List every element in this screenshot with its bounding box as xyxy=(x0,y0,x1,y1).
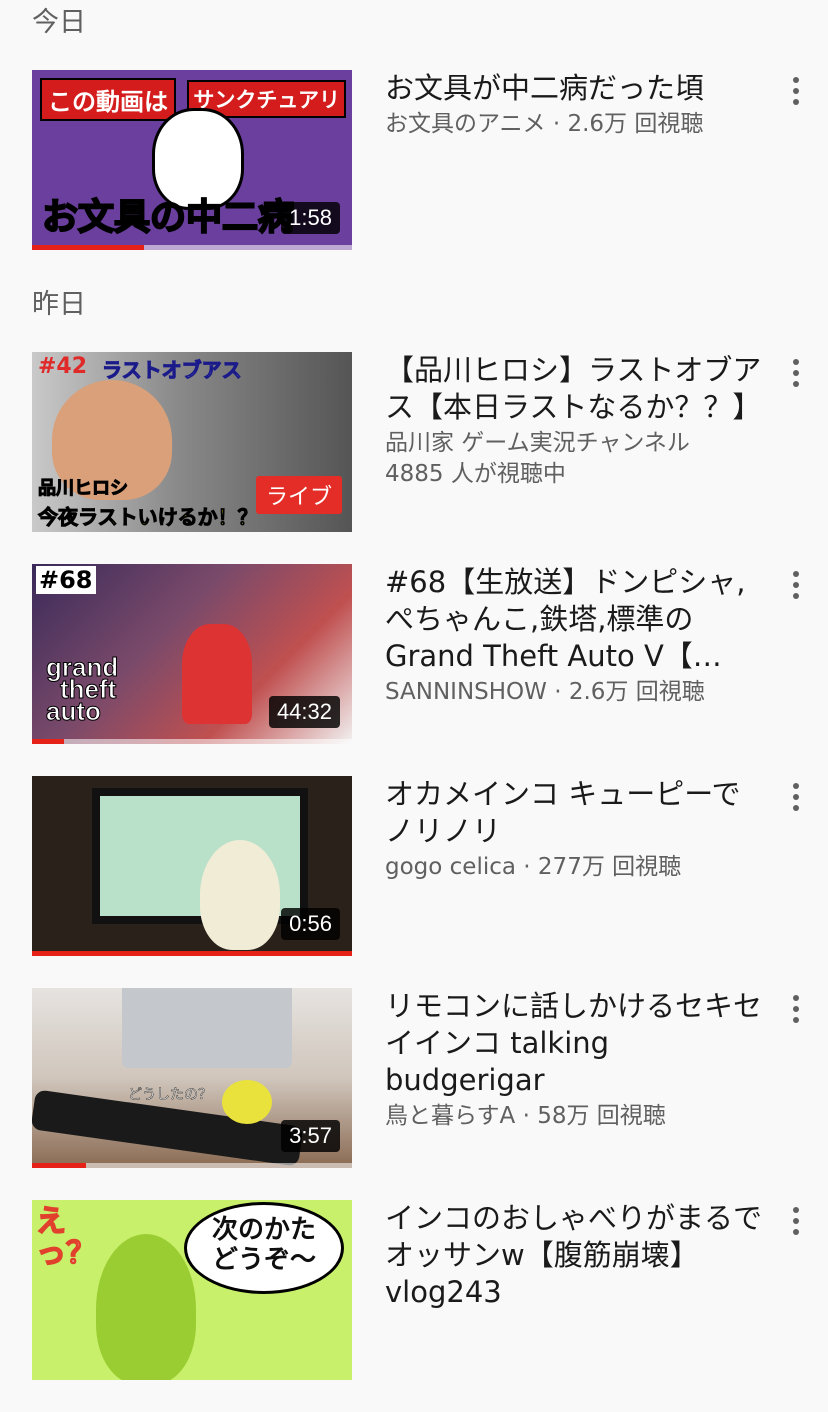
meta-separator: · xyxy=(515,1103,538,1129)
watch-progress-fill xyxy=(32,739,64,744)
more-vert-icon[interactable] xyxy=(784,356,808,390)
thumb-caption-top-left: この動画は xyxy=(40,78,176,121)
watch-progress-fill xyxy=(32,951,352,956)
video-duration: 1:58 xyxy=(281,202,340,234)
video-thumbnail[interactable]: どうしたの？ 3:57 xyxy=(32,988,352,1168)
video-info[interactable]: オカメインコ キューピーでノリノリ gogo celica · 277万 回視聴 xyxy=(385,776,768,883)
video-duration: 44:32 xyxy=(268,696,340,728)
video-meta: SANNINSHOW · 2.6万 回視聴 xyxy=(385,677,768,708)
thumb-bird xyxy=(96,1234,196,1380)
meta-separator: · xyxy=(546,679,569,705)
more-vert-icon[interactable] xyxy=(784,1204,808,1238)
video-item[interactable]: #42 ラストオブアス 品川ヒロシ 今夜ラストいけるか！？ ライブ 【品川ヒロシ… xyxy=(0,352,828,564)
video-thumbnail[interactable]: えっ？ 次のかた どうぞ〜 xyxy=(32,1200,352,1380)
thumb-gta-logo: grand theft auto xyxy=(45,652,119,726)
view-count: 2.6万 回視聴 xyxy=(567,111,704,137)
video-info[interactable]: #68【生放送】ドンピシャ,ぺちゃんこ,鉄塔,標準のGrand Theft Au… xyxy=(385,564,768,708)
channel-name: 品川家 ゲーム実況チャンネル xyxy=(385,430,690,456)
thumb-episode: #68 xyxy=(36,566,96,594)
section-header-yesterday: 昨日 xyxy=(32,289,86,320)
thumb-bird xyxy=(200,840,280,950)
video-title[interactable]: #68【生放送】ドンピシャ,ぺちゃんこ,鉄塔,標準のGrand Theft Au… xyxy=(385,564,768,675)
meta-separator: · xyxy=(545,111,568,137)
section-today: 今日 この動画は サンクチュアリ お文具の中二病 1:58 お文具が中二病だった… xyxy=(0,0,828,282)
video-meta: gogo celica · 277万 回視聴 xyxy=(385,852,768,883)
video-title[interactable]: リモコンに話しかけるセキセイインコ talking budgerigar xyxy=(385,988,768,1099)
video-info[interactable]: インコのおしゃべりがまるでオッサンw【腹筋崩壊】vlog243 xyxy=(385,1200,768,1311)
channel-name: gogo celica xyxy=(385,854,516,880)
watch-progress-track xyxy=(32,951,352,956)
video-title[interactable]: 【品川ヒロシ】ラストオブアス【本日ラストなるか？？】 xyxy=(385,352,768,426)
more-vert-icon[interactable] xyxy=(784,780,808,814)
video-title[interactable]: お文具が中二病だった頃 xyxy=(385,70,768,107)
more-vert-icon[interactable] xyxy=(784,992,808,1026)
channel-name: 鳥と暮らすA xyxy=(385,1103,516,1129)
thumb-game-title: ラストオブアス xyxy=(102,358,243,383)
thumb-bird xyxy=(222,1080,272,1124)
video-info[interactable]: お文具が中二病だった頃 お文具のアニメ · 2.6万 回視聴 xyxy=(385,70,768,140)
live-badge: ライブ xyxy=(255,476,342,514)
thumb-caption-bottom: お文具の中二病 xyxy=(41,196,295,239)
watch-progress-track xyxy=(32,739,352,744)
view-count: 58万 回視聴 xyxy=(537,1103,666,1129)
view-count: 277万 回視聴 xyxy=(537,854,682,880)
more-vert-icon[interactable] xyxy=(784,568,808,602)
watch-progress-fill xyxy=(32,1163,87,1168)
thumb-caption: どうしたの？ xyxy=(128,1087,213,1104)
video-thumbnail[interactable]: 0:56 xyxy=(32,776,352,956)
thumb-episode: #42 xyxy=(38,354,88,379)
video-thumbnail[interactable]: この動画は サンクチュアリ お文具の中二病 1:58 xyxy=(32,70,352,250)
watch-progress-fill xyxy=(32,245,144,250)
thumb-name: 品川ヒロシ xyxy=(38,478,129,500)
video-info[interactable]: リモコンに話しかけるセキセイインコ talking budgerigar 鳥と暮… xyxy=(385,988,768,1132)
video-info[interactable]: 【品川ヒロシ】ラストオブアス【本日ラストなるか？？】 品川家 ゲーム実況チャンネ… xyxy=(385,352,768,490)
section-header-today: 今日 xyxy=(32,7,86,38)
thumb-laptop xyxy=(122,988,292,1068)
video-title[interactable]: インコのおしゃべりがまるでオッサンw【腹筋崩壊】vlog243 xyxy=(385,1200,768,1311)
more-vert-icon[interactable] xyxy=(784,74,808,108)
thumb-speech-bubble: 次のかた どうぞ〜 xyxy=(184,1202,344,1294)
video-duration: 0:56 xyxy=(281,908,340,940)
video-meta: お文具のアニメ · 2.6万 回視聴 xyxy=(385,109,768,140)
thumb-exclaim: えっ？ xyxy=(35,1204,97,1271)
video-meta: 鳥と暮らすA · 58万 回視聴 xyxy=(385,1101,768,1132)
video-thumbnail[interactable]: #42 ラストオブアス 品川ヒロシ 今夜ラストいけるか！？ ライブ xyxy=(32,352,352,532)
section-yesterday: 昨日 #42 ラストオブアス 品川ヒロシ 今夜ラストいけるか！？ ライブ 【品川… xyxy=(0,282,828,1412)
watch-progress-track xyxy=(32,245,352,250)
video-thumbnail[interactable]: #68 grand theft auto 44:32 xyxy=(32,564,352,744)
video-duration: 3:57 xyxy=(281,1120,340,1152)
viewer-count: 4885 人が視聴中 xyxy=(385,461,566,487)
view-count: 2.6万 回視聴 xyxy=(568,679,705,705)
video-item[interactable]: #68 grand theft auto 44:32 #68【生放送】ドンピシャ… xyxy=(0,564,828,776)
watch-progress-track xyxy=(32,1163,352,1168)
video-item[interactable]: 0:56 オカメインコ キューピーでノリノリ gogo celica · 277… xyxy=(0,776,828,988)
video-title[interactable]: オカメインコ キューピーでノリノリ xyxy=(385,776,768,850)
video-item[interactable]: えっ？ 次のかた どうぞ〜 インコのおしゃべりがまるでオッサンw【腹筋崩壊】vl… xyxy=(0,1200,828,1412)
channel-name: お文具のアニメ xyxy=(385,111,546,137)
video-item[interactable]: どうしたの？ 3:57 リモコンに話しかけるセキセイインコ talking bu… xyxy=(0,988,828,1200)
video-item[interactable]: この動画は サンクチュアリ お文具の中二病 1:58 お文具が中二病だった頃 お… xyxy=(0,70,828,282)
channel-name: SANNINSHOW xyxy=(385,679,547,705)
thumb-character xyxy=(182,624,252,724)
meta-separator: · xyxy=(515,854,538,880)
thumb-caption: 今夜ラストいけるか！？ xyxy=(38,505,259,530)
